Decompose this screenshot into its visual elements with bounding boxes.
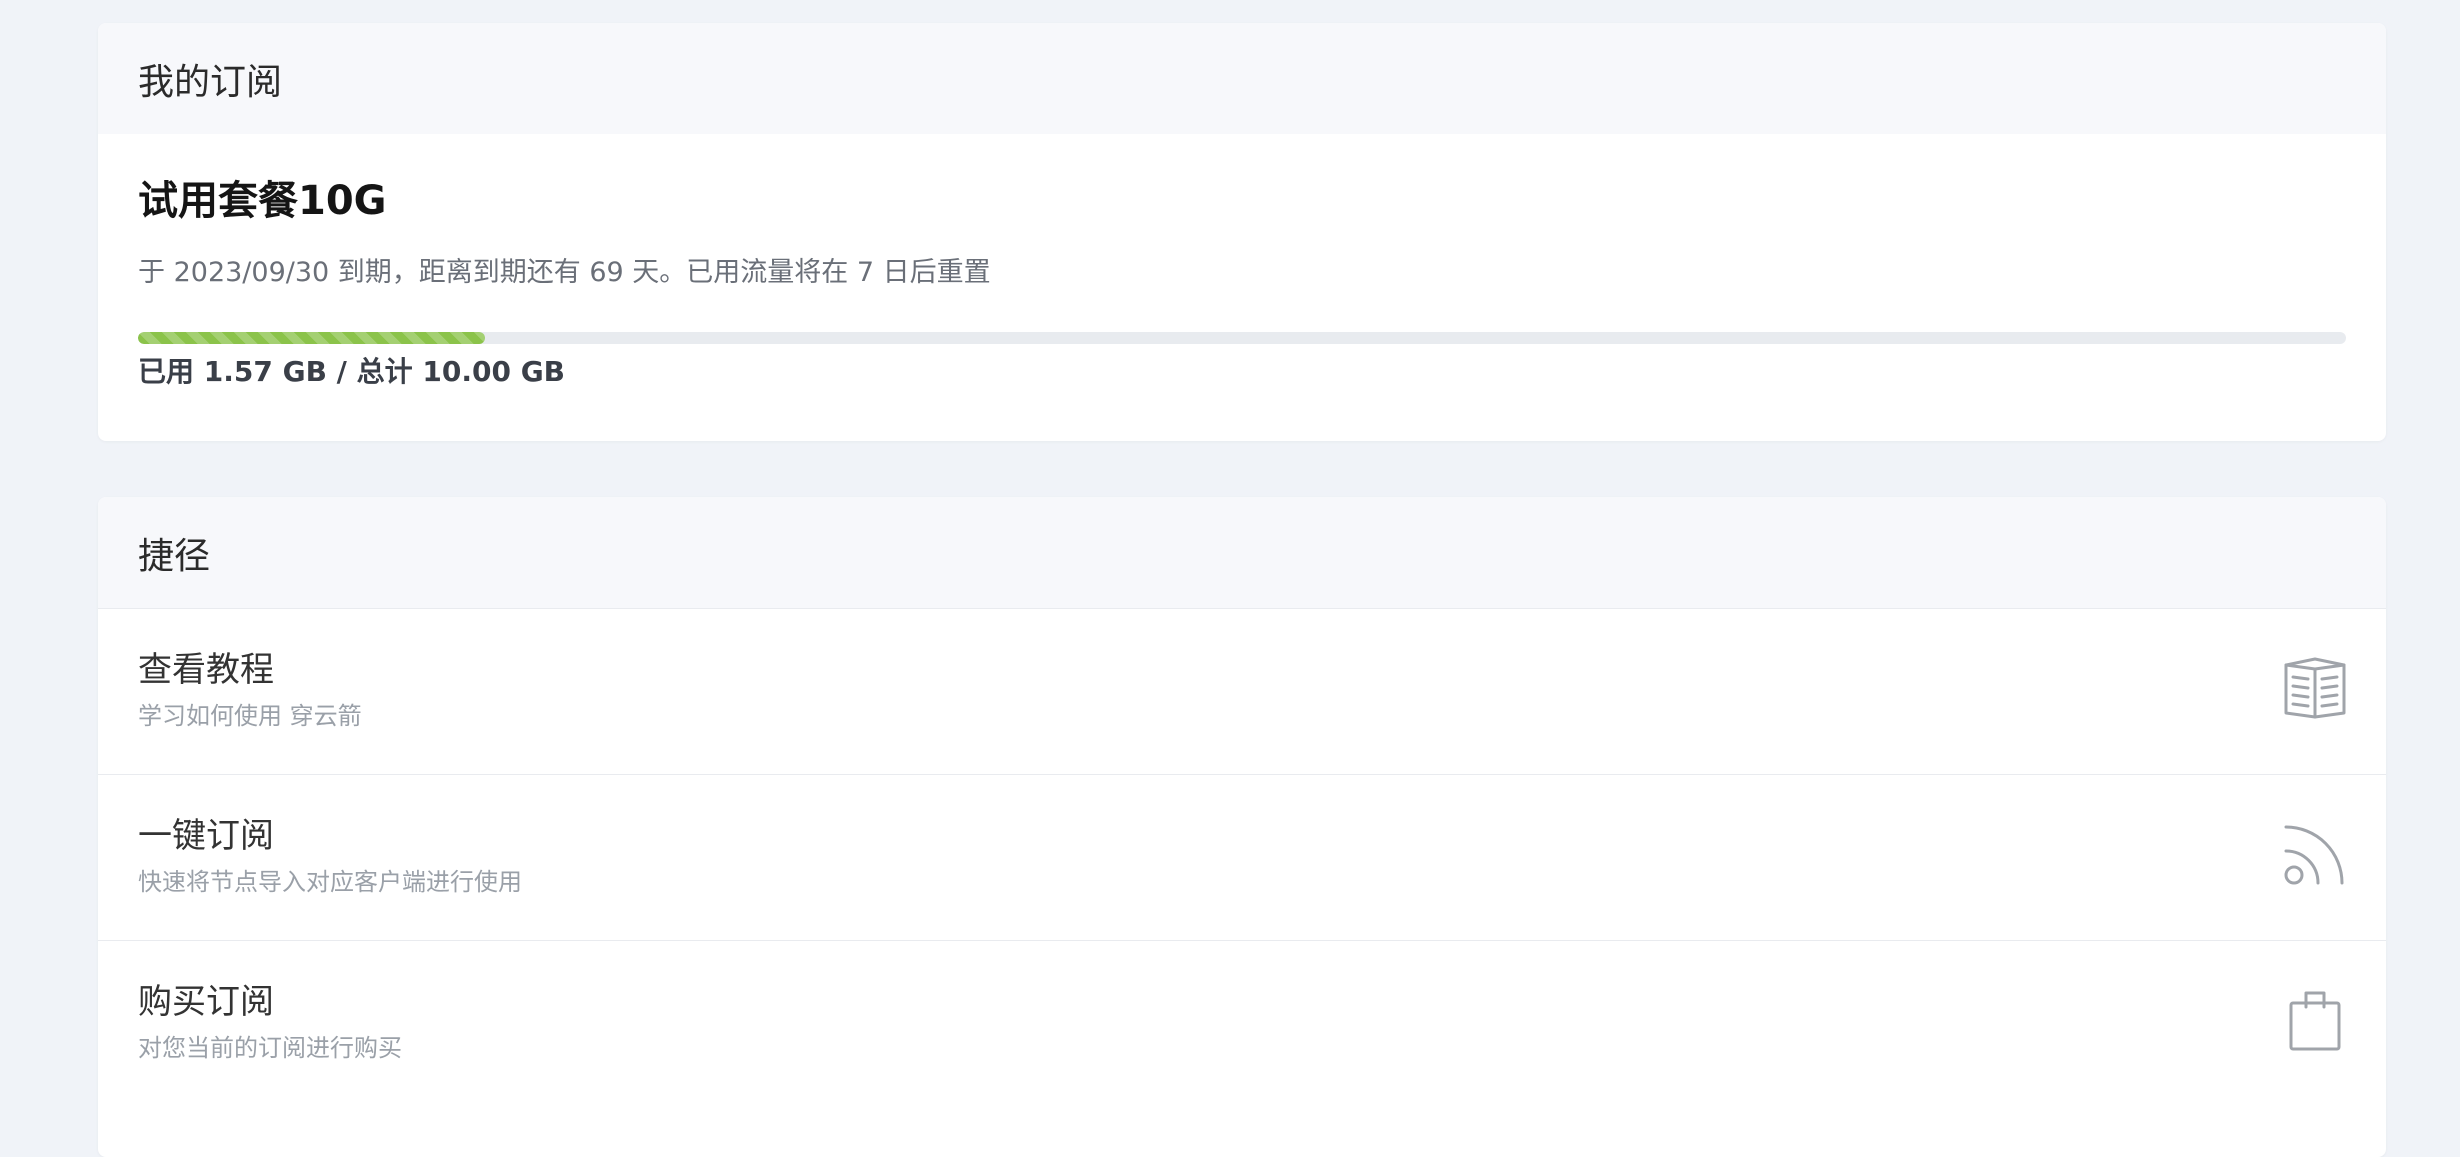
plan-name: 试用套餐10G (138, 178, 387, 224)
shortcuts-card-title: 捷径 (138, 535, 211, 577)
shortcuts-card-header: 捷径 (98, 497, 2386, 608)
shortcut-title: 一键订阅 (138, 816, 274, 856)
traffic-progress-bar (138, 332, 2346, 344)
traffic-progress-fill (138, 332, 485, 344)
expire-text: 于 2023/09/30 到期，距离到期还有 69 天。已用流量将在 7 日后重… (138, 257, 991, 288)
shortcut-view-tutorial[interactable]: 查看教程 学习如何使用 穿云箭 (98, 608, 2386, 774)
shortcut-title: 查看教程 (138, 650, 274, 690)
rss-icon (2282, 821, 2348, 887)
shortcut-desc: 快速将节点导入对应客户端进行使用 (138, 868, 522, 896)
shortcut-title: 购买订阅 (138, 982, 274, 1022)
subscription-card-header: 我的订阅 (98, 23, 2386, 134)
shortcut-one-click-subscribe[interactable]: 一键订阅 快速将节点导入对应客户端进行使用 (98, 774, 2386, 940)
usage-text: 已用 1.57 GB / 总计 10.00 GB (138, 355, 566, 388)
shopping-bag-icon (2282, 987, 2348, 1053)
book-icon (2282, 655, 2348, 721)
subscription-body: 试用套餐10G 于 2023/09/30 到期，距离到期还有 69 天。已用流量… (98, 134, 2386, 386)
subscription-card: 我的订阅 试用套餐10G 于 2023/09/30 到期，距离到期还有 69 天… (98, 23, 2386, 441)
subscription-card-title: 我的订阅 (138, 61, 283, 103)
shortcuts-card: 捷径 查看教程 学习如何使用 穿云箭 一键订阅 快速将节点导入对应客户端进行使用 (98, 497, 2386, 1157)
shortcut-desc: 学习如何使用 穿云箭 (138, 702, 362, 730)
shortcut-desc: 对您当前的订阅进行购买 (138, 1034, 402, 1062)
shortcut-buy-subscription[interactable]: 购买订阅 对您当前的订阅进行购买 (98, 940, 2386, 1106)
